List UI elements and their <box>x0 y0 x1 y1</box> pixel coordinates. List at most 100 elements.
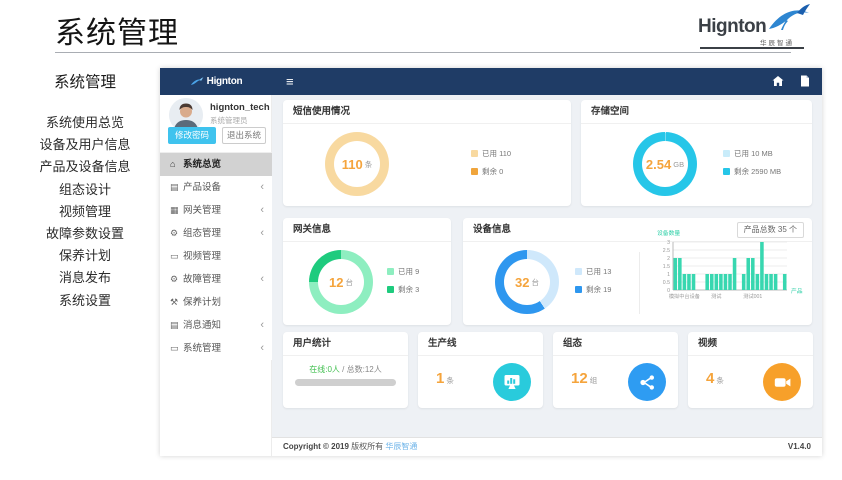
svg-text:产品: 产品 <box>791 287 803 295</box>
svg-text:模拟中台设备: 模拟中台设备 <box>669 292 701 300</box>
copyright-zh: 版权所有 <box>351 442 383 451</box>
stat-unit: 条 <box>716 376 724 385</box>
sidebar-item-fault-management[interactable]: ⚙故障管理‹ <box>160 268 272 291</box>
left-nav-item-video-management[interactable]: 视频管理 <box>15 201 155 223</box>
antelope-swoosh-icon <box>766 2 812 41</box>
card-title: 网关信息 <box>293 224 331 235</box>
dashboard-footer: Copyright © 2019 版权所有 华辰智通 V1.4.0 <box>272 437 822 456</box>
legend-swatch <box>575 268 582 275</box>
company-link[interactable]: 华辰智通 <box>385 442 417 451</box>
svg-text:0.5: 0.5 <box>663 280 670 286</box>
device-donut-chart: 32台 <box>495 250 559 314</box>
card-title: 组态 <box>563 338 582 349</box>
video-card: 视频 4条 <box>688 332 813 408</box>
legend-swatch <box>723 168 730 175</box>
device-legend: 已用 13 剩余 19 <box>575 266 611 302</box>
sidebar-item-label: 产品设备 <box>183 182 221 193</box>
total-count: 总数:12人 <box>347 365 382 374</box>
legend-label: 已用 13 <box>586 266 611 277</box>
device-count: 32 <box>515 275 529 290</box>
svg-text:1: 1 <box>667 272 670 278</box>
book-icon: ▤ <box>170 176 183 199</box>
logo-wordmark: Hignton <box>698 16 766 38</box>
version-text: V1.4.0 <box>788 438 811 456</box>
storage-unit: GB <box>673 160 684 169</box>
chevron-left-icon: ‹ <box>260 199 264 222</box>
left-nav-item-config-design[interactable]: 组态设计 <box>15 179 155 201</box>
sms-unit: 条 <box>365 159 373 170</box>
sidebar-item-message-notification[interactable]: ▤消息通知‹ <box>160 314 272 337</box>
config-count: 12组 <box>571 370 597 387</box>
stat-value: 1 <box>436 370 444 387</box>
left-nav-item-usage-overview[interactable]: 系统使用总览 <box>15 112 155 134</box>
gateway-unit: 台 <box>345 277 353 288</box>
change-password-button[interactable]: 修改密码 <box>168 127 216 144</box>
online-count: 在线:0人 <box>309 365 340 374</box>
monitor-icon: ▭ <box>170 245 183 268</box>
legend-label: 已用 9 <box>398 266 419 277</box>
user-stats-text: 在线:0人 / 总数:12人 <box>283 364 408 375</box>
chevron-left-icon: ‹ <box>260 337 264 360</box>
card-title: 视频 <box>698 338 717 349</box>
left-nav-item-fault-params[interactable]: 故障参数设置 <box>15 223 155 245</box>
sidebar-item-maintenance-plan[interactable]: ⚒保养计划 <box>160 291 272 314</box>
legend-label: 已用 10 MB <box>734 148 773 159</box>
gear-icon: ⚙ <box>170 222 183 245</box>
svg-text:1.5: 1.5 <box>663 264 670 270</box>
home-icon: ⌂ <box>170 153 183 176</box>
sidebar-item-label: 视频管理 <box>183 251 221 262</box>
gateway-donut-chart: 12台 <box>309 250 373 314</box>
left-nav-item-system-settings[interactable]: 系统设置 <box>15 290 155 312</box>
document-icon[interactable] <box>800 75 810 87</box>
legend-swatch <box>575 286 582 293</box>
card-title: 生产线 <box>428 338 457 349</box>
dashboard-sidebar: Hignton hignton_tech 系统管理员 修改密码 退出系统 ⌂系统… <box>160 68 272 456</box>
left-nav-item-product-device-info[interactable]: 产品及设备信息 <box>15 156 155 178</box>
card-title: 用户统计 <box>293 338 331 349</box>
legend-label: 剩余 19 <box>586 284 611 295</box>
separator: / <box>340 365 347 374</box>
wrench-icon: ⚒ <box>170 291 183 314</box>
storage-legend: 已用 10 MB 剩余 2590 MB <box>723 148 781 184</box>
stat-unit: 组 <box>590 376 598 385</box>
svg-text:设备数量: 设备数量 <box>657 229 680 237</box>
left-nav-item-maintenance-plan[interactable]: 保养计划 <box>15 245 155 267</box>
sidebar-logo: Hignton <box>160 68 272 95</box>
sidebar-item-system-overview[interactable]: ⌂系统总览 <box>160 153 272 176</box>
card-title: 短信使用情况 <box>293 106 350 117</box>
logo-underline <box>700 47 804 49</box>
left-nav-header: 系统管理 <box>15 70 155 92</box>
sidebar-item-system-management[interactable]: ▭系统管理 ‹ <box>160 337 272 360</box>
sidebar-item-gateway-management[interactable]: ▦网关管理‹ <box>160 199 272 222</box>
dashboard-screenshot: Hignton hignton_tech 系统管理员 修改密码 退出系统 ⌂系统… <box>160 68 822 456</box>
gear-icon: ⚙ <box>170 268 183 291</box>
chevron-left-icon: ‹ <box>260 222 264 245</box>
legend-label: 剩余 0 <box>482 166 503 177</box>
sms-legend: 已用 110 剩余 0 <box>471 148 511 184</box>
header-divider <box>55 52 791 53</box>
svg-text:测试: 测试 <box>711 292 722 300</box>
sidebar-item-config-management[interactable]: ⚙组态管理 ‹ <box>160 222 272 245</box>
logout-button[interactable]: 退出系统 <box>222 127 266 144</box>
sidebar-item-product-device[interactable]: ▤产品设备‹ <box>160 176 272 199</box>
chevron-left-icon: ‹ <box>260 314 264 337</box>
chevron-left-icon: ‹ <box>260 268 264 291</box>
gateway-legend: 已用 9 剩余 3 <box>387 266 419 302</box>
hamburger-menu-icon[interactable]: ≡ <box>286 74 294 89</box>
device-unit: 台 <box>531 277 539 288</box>
hignton-logo: Hignton 华辰智通 <box>698 4 810 52</box>
copyright-text: Copyright © 2019 <box>283 442 349 451</box>
monitor-icon: ▭ <box>170 337 183 360</box>
video-count: 4条 <box>706 370 724 387</box>
svg-text:3: 3 <box>667 240 670 246</box>
antelope-swoosh-icon <box>190 76 204 88</box>
left-nav-item-message-publish[interactable]: 消息发布 <box>15 267 155 289</box>
sidebar-item-video-management[interactable]: ▭视频管理 <box>160 245 272 268</box>
svg-text:2.5: 2.5 <box>663 248 670 254</box>
home-icon[interactable] <box>772 75 784 87</box>
sidebar-item-label: 消息通知 <box>183 320 221 331</box>
left-nav-item-device-user-info[interactable]: 设备及用户信息 <box>15 134 155 156</box>
sidebar-item-label: 系统管理 <box>183 343 221 354</box>
sidebar-item-label: 组态管理 <box>183 228 221 239</box>
config-card: 组态 12组 <box>553 332 678 408</box>
